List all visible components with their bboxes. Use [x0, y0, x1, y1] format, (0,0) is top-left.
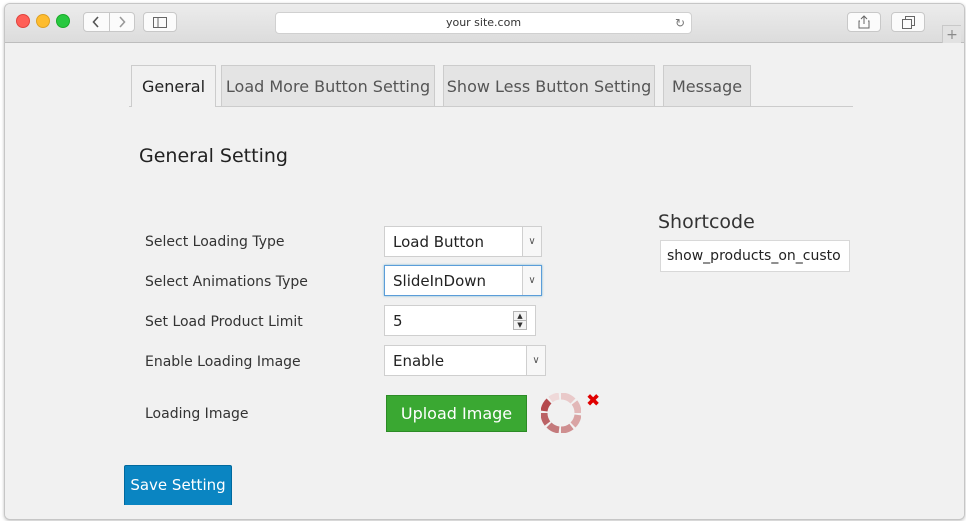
- tabs-icon: [901, 15, 915, 29]
- chevron-down-icon: ∨: [522, 266, 541, 295]
- shortcode-title: Shortcode: [658, 211, 755, 233]
- save-setting-button[interactable]: Save Setting: [124, 465, 232, 505]
- loading-type-select[interactable]: Load Button ∨: [384, 226, 542, 257]
- sidebar-icon: [153, 16, 167, 28]
- share-icon: [858, 15, 870, 29]
- product-limit-value: 5: [393, 311, 403, 330]
- loading-type-label: Select Loading Type: [145, 234, 285, 250]
- sidebar-button[interactable]: [143, 12, 177, 32]
- product-limit-stepper[interactable]: 5 ▲ ▼: [384, 305, 536, 336]
- stepper-up-icon[interactable]: ▲: [514, 312, 526, 320]
- share-button[interactable]: [847, 12, 881, 32]
- shortcode-field[interactable]: show_products_on_custo: [660, 240, 850, 272]
- tab-general[interactable]: General: [131, 65, 216, 107]
- animation-type-value: SlideInDown: [393, 271, 487, 290]
- plus-icon: +: [946, 27, 958, 43]
- stepper-down-icon[interactable]: ▼: [514, 320, 526, 329]
- loading-image-enable-label: Enable Loading Image: [145, 354, 301, 370]
- back-button[interactable]: [84, 13, 109, 31]
- chevron-down-icon: ∨: [526, 346, 545, 375]
- upload-image-button[interactable]: Upload Image: [386, 395, 527, 432]
- maximize-window-button[interactable]: [56, 14, 70, 28]
- browser-window: your site.com ↻ + General Load More Butt…: [4, 3, 965, 520]
- animation-type-select[interactable]: SlideInDown ∨: [384, 265, 542, 296]
- chevron-left-icon: [92, 16, 99, 28]
- forward-button[interactable]: [108, 13, 135, 31]
- page-title: General Setting: [139, 145, 288, 167]
- new-tab-button[interactable]: +: [942, 25, 961, 44]
- tab-load-more-button-setting[interactable]: Load More Button Setting: [221, 65, 435, 106]
- tab-message[interactable]: Message: [663, 65, 751, 106]
- loading-type-value: Load Button: [393, 232, 484, 251]
- minimize-window-button[interactable]: [36, 14, 50, 28]
- nav-buttons: [83, 12, 135, 32]
- chevron-right-icon: [119, 16, 126, 28]
- animation-type-label: Select Animations Type: [145, 274, 308, 290]
- loading-spinner-icon: [541, 393, 581, 433]
- page-content: General Load More Button Setting Show Le…: [5, 43, 964, 519]
- tab-divider: [129, 106, 853, 107]
- chevron-down-icon: ∨: [522, 227, 541, 256]
- tabs-button[interactable]: [891, 12, 925, 32]
- address-text: your site.com: [445, 16, 522, 29]
- loading-image-label: Loading Image: [145, 406, 249, 422]
- reload-icon[interactable]: ↻: [675, 16, 685, 30]
- stepper-arrows[interactable]: ▲ ▼: [513, 311, 527, 330]
- loading-image-enable-value: Enable: [393, 351, 445, 370]
- loading-image-enable-select[interactable]: Enable ∨: [384, 345, 546, 376]
- product-limit-label: Set Load Product Limit: [145, 314, 303, 330]
- browser-toolbar: your site.com ↻: [5, 4, 964, 43]
- tab-show-less-button-setting[interactable]: Show Less Button Setting: [443, 65, 655, 106]
- close-icon[interactable]: ✖: [586, 393, 600, 410]
- address-bar[interactable]: your site.com ↻: [275, 12, 692, 34]
- close-window-button[interactable]: [16, 14, 30, 28]
